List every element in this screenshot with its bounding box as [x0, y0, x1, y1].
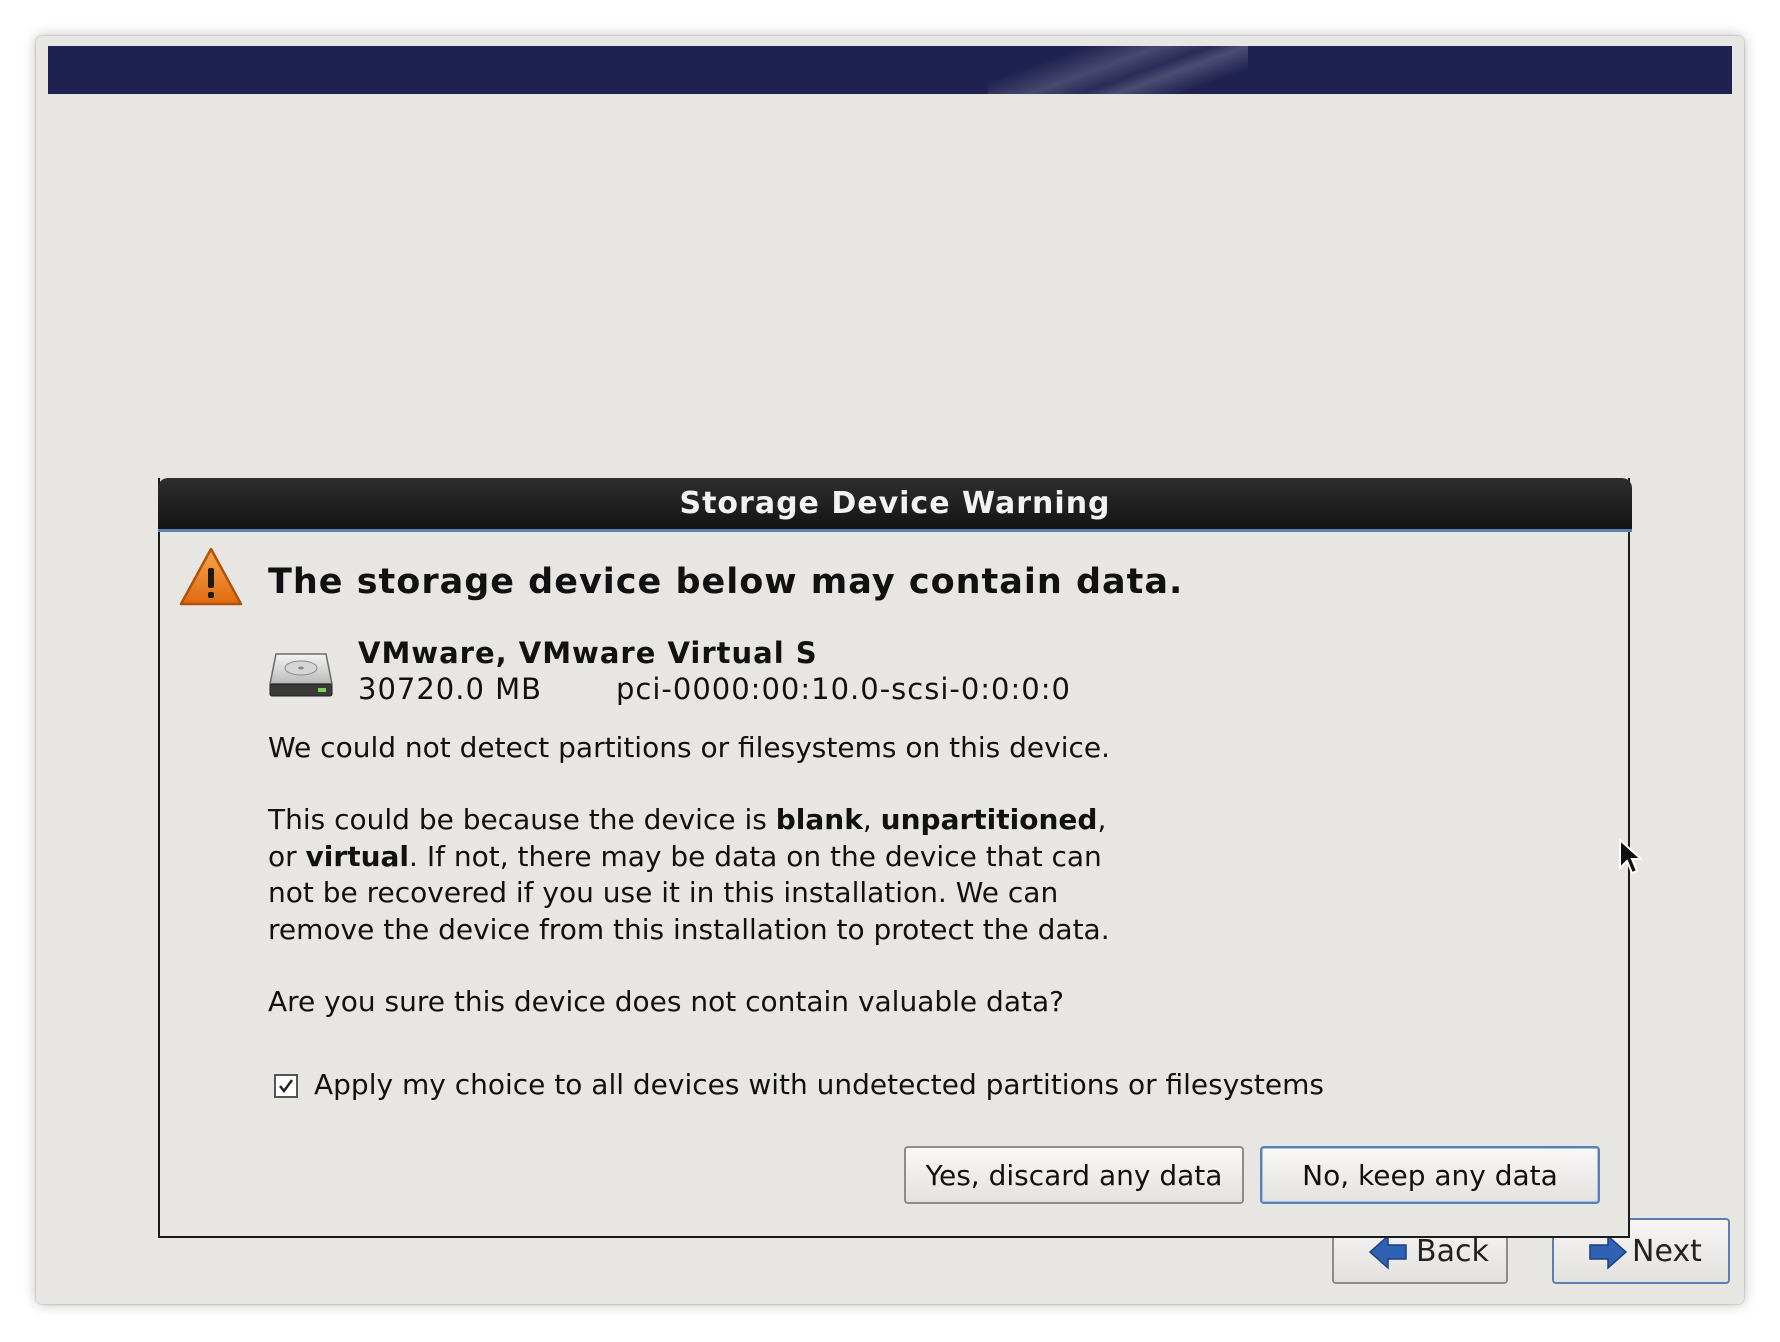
device-name: VMware, VMware Virtual S [358, 636, 818, 670]
next-button-label: Next [1632, 1233, 1702, 1269]
banner-decoration [988, 46, 1248, 94]
warning-icon [179, 547, 243, 606]
device-path: pci-0000:00:10.0-scsi-0:0:0:0 [616, 672, 1071, 706]
explanation-line-2: or virtual. If not, there may be data on… [268, 839, 1102, 873]
next-arrow-icon [1589, 1234, 1628, 1270]
storage-warning-dialog: Storage Device Warning The storage devic… [158, 478, 1632, 1238]
mouse-cursor-icon [1619, 838, 1642, 875]
explanation-paragraph: This could be because the device is blan… [268, 802, 1110, 948]
back-arrow-icon [1368, 1234, 1407, 1270]
dialog-titlebar[interactable]: Storage Device Warning [158, 478, 1632, 532]
confirmation-question: Are you sure this device does not contai… [268, 985, 1064, 1018]
explanation-line-1: This could be because the device is blan… [268, 803, 1107, 836]
explanation-line-3: not be recovered if you use it in this i… [268, 876, 1059, 909]
dialog-title: Storage Device Warning [679, 486, 1111, 521]
explanation-line-4: remove the device from this installation… [268, 912, 1110, 946]
keep-data-button[interactable]: No, keep any data [1260, 1146, 1600, 1204]
installer-banner [48, 46, 1732, 94]
back-button-label: Back [1416, 1233, 1489, 1269]
checkmark-icon [279, 1079, 294, 1094]
apply-all-label[interactable]: Apply my choice to all devices with unde… [314, 1068, 1324, 1101]
dialog-headline: The storage device below may contain dat… [268, 562, 1184, 602]
device-size: 30720.0 MB [358, 672, 543, 706]
apply-all-checkbox[interactable] [274, 1074, 298, 1098]
hard-disk-icon [269, 653, 333, 697]
discard-data-button[interactable]: Yes, discard any data [904, 1146, 1244, 1204]
no-partitions-message: We could not detect partitions or filesy… [268, 731, 1110, 764]
